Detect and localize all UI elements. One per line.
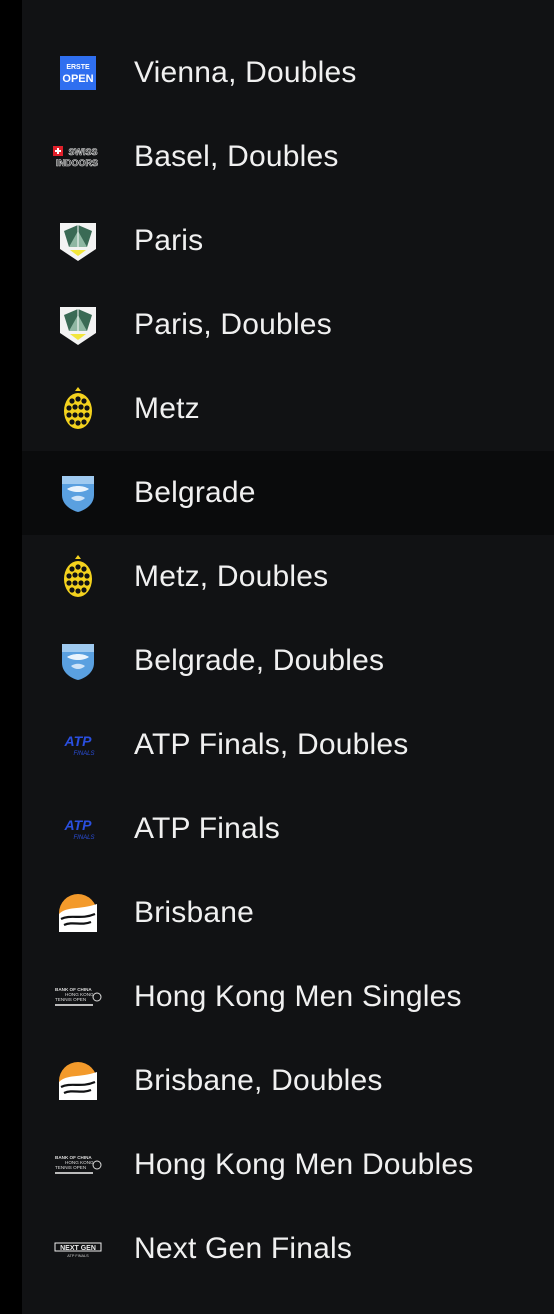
tournament-item[interactable]: BANK OF CHINA HONG KONG TENNIS OPEN Hong…: [22, 955, 554, 1039]
svg-text:TENNIS OPEN: TENNIS OPEN: [55, 1165, 86, 1170]
tournament-name: Next Gen Finals: [134, 1232, 353, 1265]
tournament-item[interactable]: Brisbane: [22, 871, 554, 955]
brisbane-logo: [50, 885, 106, 941]
tournament-item[interactable]: ATP FINALS ATP Finals, Doubles: [22, 703, 554, 787]
tournament-name: Hong Kong Men Doubles: [134, 1148, 474, 1181]
tournament-item[interactable]: Metz: [22, 367, 554, 451]
svg-text:FINALS: FINALS: [73, 835, 94, 841]
tournament-item[interactable]: ATP FINALS ATP Finals: [22, 787, 554, 871]
belgrade-logo: [50, 633, 106, 689]
paris-masters-logo: [50, 213, 106, 269]
svg-text:ATP FINALS: ATP FINALS: [67, 1254, 89, 1258]
tournament-name: Brisbane: [134, 896, 255, 929]
tournament-item[interactable]: BANK OF CHINA HONG KONG TENNIS OPEN Hong…: [22, 1123, 554, 1207]
tournament-item[interactable]: Paris: [22, 199, 554, 283]
tournament-item[interactable]: Belgrade: [22, 451, 554, 535]
metz-logo: [50, 381, 106, 437]
hong-kong-open-logo: BANK OF CHINA HONG KONG TENNIS OPEN: [50, 1137, 106, 1193]
tournament-name: Brisbane, Doubles: [134, 1064, 383, 1097]
svg-text:INDOORS: INDOORS: [56, 158, 98, 168]
tournament-item[interactable]: ERSTE OPEN Vienna, Doubles: [22, 31, 554, 115]
hong-kong-open-logo: BANK OF CHINA HONG KONG TENNIS OPEN: [50, 969, 106, 1025]
swiss-indoors-logo: SWISS INDOORS: [50, 129, 106, 185]
tournament-item[interactable]: Paris, Doubles: [22, 283, 554, 367]
tournament-name: Belgrade, Doubles: [134, 644, 385, 677]
svg-text:ATP: ATP: [64, 733, 93, 749]
svg-text:ATP: ATP: [64, 817, 93, 833]
svg-text:SWISS: SWISS: [68, 147, 97, 157]
tournament-name: Vienna, Doubles: [134, 56, 357, 89]
tournament-name: Metz, Doubles: [134, 560, 329, 593]
brisbane-logo: [50, 1053, 106, 1109]
tournament-item[interactable]: Metz, Doubles: [22, 535, 554, 619]
tournament-name: Metz: [134, 392, 200, 425]
tournament-name: Belgrade: [134, 476, 256, 509]
svg-text:FINALS: FINALS: [73, 751, 94, 757]
tournament-list: ERSTE OPEN Vienna, Doubles SWISS INDOORS…: [22, 31, 554, 1291]
svg-text:OPEN: OPEN: [62, 73, 93, 85]
tournament-name: ATP Finals: [134, 812, 280, 845]
metz-logo: [50, 549, 106, 605]
atp-finals-logo: ATP FINALS: [50, 801, 106, 857]
belgrade-logo: [50, 465, 106, 521]
svg-text:TENNIS OPEN: TENNIS OPEN: [55, 997, 86, 1002]
paris-masters-logo: [50, 297, 106, 353]
tournament-name: Paris, Doubles: [134, 308, 332, 341]
tournament-name: Basel, Doubles: [134, 140, 339, 173]
tournament-name: Hong Kong Men Singles: [134, 980, 462, 1013]
tournament-item[interactable]: NEXT GEN ATP FINALS Next Gen Finals: [22, 1207, 554, 1291]
next-gen-finals-logo: NEXT GEN ATP FINALS: [50, 1221, 106, 1277]
tournament-item[interactable]: Brisbane, Doubles: [22, 1039, 554, 1123]
tournament-item[interactable]: Belgrade, Doubles: [22, 619, 554, 703]
tournament-list-panel: ERSTE OPEN Vienna, Doubles SWISS INDOORS…: [22, 0, 554, 1314]
svg-text:NEXT GEN: NEXT GEN: [60, 1245, 96, 1252]
tournament-name: ATP Finals, Doubles: [134, 728, 409, 761]
tournament-item[interactable]: SWISS INDOORS Basel, Doubles: [22, 115, 554, 199]
svg-text:ERSTE: ERSTE: [66, 64, 90, 71]
tournament-name: Paris: [134, 224, 204, 257]
atp-finals-logo: ATP FINALS: [50, 717, 106, 773]
erste-open-logo: ERSTE OPEN: [50, 45, 106, 101]
